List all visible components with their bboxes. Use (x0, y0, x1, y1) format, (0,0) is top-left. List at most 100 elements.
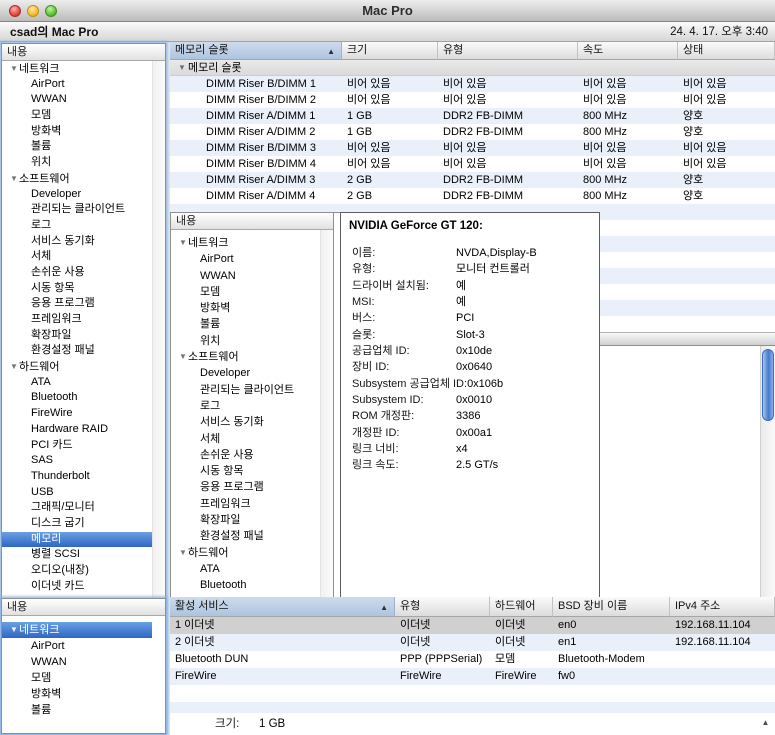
column-header[interactable]: 활성 서비스▲ (170, 597, 395, 617)
sidebar-item[interactable]: 방화벽 (2, 686, 152, 702)
network-sidebar-header[interactable]: 내용 (2, 599, 165, 616)
sidebar-item[interactable]: 오디오(내장) (2, 563, 152, 579)
sidebar-item[interactable]: Developer (171, 365, 320, 381)
sidebar-item[interactable]: 그래픽/모니터 (2, 500, 152, 516)
column-header[interactable]: 속도 (578, 42, 678, 60)
sidebar-item[interactable]: ATA (171, 561, 320, 577)
sidebar-item[interactable]: 손쉬운 사용 (2, 265, 152, 281)
sidebar-item[interactable]: 관리되는 클라이언트 (171, 382, 320, 398)
sidebar-item[interactable]: 로그 (171, 398, 320, 414)
sidebar-item[interactable]: 모뎀 (171, 284, 320, 300)
titlebar[interactable]: Mac Pro (0, 0, 775, 22)
sidebar-item[interactable]: 메모리 (2, 532, 152, 548)
sidebar-item[interactable]: 서비스 동기화 (2, 234, 152, 250)
table-row[interactable]: DIMM Riser B/DIMM 3비어 있음비어 있음비어 있음비어 있음 (170, 140, 775, 156)
sidebar-item[interactable]: ▼네트워크 (2, 622, 152, 638)
table-row[interactable]: FireWireFireWireFireWirefw0 (170, 668, 775, 685)
sidebar-item[interactable]: 로그 (2, 218, 152, 234)
sidebar-item[interactable]: 시동 항목 (171, 463, 320, 479)
disclosure-triangle-icon[interactable]: ▼ (177, 235, 188, 251)
sidebar-item[interactable]: 볼륨 (2, 702, 152, 718)
sidebar-item[interactable]: WWAN (171, 268, 320, 284)
disclosure-triangle-icon[interactable]: ▼ (8, 622, 19, 638)
sidebar-item[interactable]: Bluetooth (2, 390, 152, 406)
scrollbar-track[interactable] (760, 346, 775, 600)
table-row[interactable]: Bluetooth DUNPPP (PPPSerial)모뎀Bluetooth-… (170, 651, 775, 668)
sidebar-item[interactable]: 모뎀 (2, 108, 152, 124)
sidebar-item[interactable]: ▼네트워크 (171, 235, 320, 251)
sidebar-item[interactable]: 볼륨 (171, 316, 320, 332)
sidebar-item[interactable]: ▼하드웨어 (171, 545, 320, 561)
table-row[interactable]: 1 이더넷이더넷이더넷en0192.168.11.104 (170, 617, 775, 634)
sidebar-item[interactable]: 프레임워크 (2, 312, 152, 328)
sidebar-item[interactable]: WWAN (2, 654, 152, 670)
sidebar-item[interactable]: ▼소프트웨어 (2, 171, 152, 187)
sidebar-item[interactable]: 확장파일 (2, 328, 152, 344)
sidebar-item[interactable]: 확장파일 (171, 512, 320, 528)
column-header[interactable]: 유형 (438, 42, 578, 60)
sidebar-item[interactable]: AirPort (2, 638, 152, 654)
column-header[interactable]: 하드웨어 (490, 597, 553, 617)
sidebar-item[interactable]: 손쉬운 사용 (171, 447, 320, 463)
column-header[interactable]: IPv4 주소 (670, 597, 775, 617)
sidebar-item[interactable]: SAS (2, 453, 152, 469)
sidebar-item[interactable]: ATA (2, 375, 152, 391)
sidebar-item[interactable]: 방화벽 (171, 300, 320, 316)
sidebar-item[interactable]: ▼하드웨어 (2, 359, 152, 375)
sidebar-item[interactable]: USB (2, 485, 152, 501)
sidebar-item[interactable]: 시동 항목 (2, 281, 152, 297)
disclosure-triangle-icon[interactable]: ▼ (176, 60, 188, 75)
sidebar-item[interactable]: 볼륨 (2, 139, 152, 155)
column-header[interactable]: BSD 장비 이름 (553, 597, 670, 617)
column-header[interactable]: 메모리 슬롯▲ (170, 42, 342, 60)
disclosure-triangle-icon[interactable]: ▼ (8, 61, 19, 77)
overlay-scrollbar-track[interactable] (320, 230, 333, 599)
sidebar-item[interactable]: 디스크 굽기 (2, 516, 152, 532)
sidebar-item[interactable]: 응용 프로그램 (171, 479, 320, 495)
sidebar-item[interactable]: 관리되는 클라이언트 (2, 202, 152, 218)
sidebar-item[interactable]: ▼소프트웨어 (171, 349, 320, 365)
sidebar-item[interactable]: WWAN (2, 92, 152, 108)
sidebar-item[interactable]: 방화벽 (2, 124, 152, 140)
sidebar-item[interactable]: FireWire (2, 406, 152, 422)
table-row[interactable]: DIMM Riser A/DIMM 11 GBDDR2 FB-DIMM800 M… (170, 108, 775, 124)
sidebar-item[interactable]: ▼네트워크 (2, 61, 152, 77)
sidebar-item[interactable]: 서체 (2, 249, 152, 265)
table-row[interactable]: DIMM Riser A/DIMM 32 GBDDR2 FB-DIMM800 M… (170, 172, 775, 188)
disclosure-triangle-icon[interactable]: ▼ (8, 359, 19, 375)
disclosure-triangle-icon[interactable]: ▼ (177, 349, 188, 365)
column-header[interactable]: 상태 (678, 42, 775, 60)
sidebar-item[interactable]: Bluetooth (171, 577, 320, 593)
sidebar-item[interactable]: 모뎀 (2, 670, 152, 686)
sidebar-item[interactable]: AirPort (171, 251, 320, 267)
scrollbar-thumb[interactable] (762, 349, 774, 421)
sidebar-item[interactable]: 서비스 동기화 (171, 414, 320, 430)
sidebar-item[interactable]: Developer (2, 187, 152, 203)
memory-group-row[interactable]: ▼메모리 슬롯 (170, 60, 775, 76)
table-row[interactable]: DIMM Riser A/DIMM 42 GBDDR2 FB-DIMM800 M… (170, 188, 775, 204)
sidebar-item[interactable]: Hardware RAID (2, 422, 152, 438)
sidebar-item[interactable]: 병렬 SCSI (2, 547, 152, 563)
table-row[interactable]: 2 이더넷이더넷이더넷en1192.168.11.104 (170, 634, 775, 651)
contents-sidebar-header[interactable]: 내용 (2, 44, 165, 61)
column-header[interactable]: 유형 (395, 597, 490, 617)
sidebar-item[interactable]: 환경설정 패널 (2, 343, 152, 359)
sidebar-item[interactable]: AirPort (2, 77, 152, 93)
disclosure-triangle-icon[interactable]: ▼ (8, 171, 19, 187)
table-row[interactable]: DIMM Riser A/DIMM 21 GBDDR2 FB-DIMM800 M… (170, 124, 775, 140)
column-header[interactable]: 크기 (342, 42, 438, 60)
disclosure-triangle-icon[interactable]: ▼ (177, 545, 188, 561)
sidebar-item[interactable]: 응용 프로그램 (2, 296, 152, 312)
sidebar-item[interactable]: Thunderbolt (2, 469, 152, 485)
scroll-up-arrow-icon[interactable]: ▲ (759, 716, 772, 729)
sidebar-item[interactable]: 위치 (171, 333, 320, 349)
sidebar-item[interactable]: 서체 (171, 431, 320, 447)
table-row[interactable]: DIMM Riser B/DIMM 4비어 있음비어 있음비어 있음비어 있음 (170, 156, 775, 172)
sidebar-item[interactable]: PCI 카드 (2, 438, 152, 454)
sidebar-item[interactable]: 이더넷 카드 (2, 579, 152, 595)
sidebar-item[interactable]: 프레임워크 (171, 496, 320, 512)
table-row[interactable]: DIMM Riser B/DIMM 2비어 있음비어 있음비어 있음비어 있음 (170, 92, 775, 108)
table-row[interactable]: DIMM Riser B/DIMM 1비어 있음비어 있음비어 있음비어 있음 (170, 76, 775, 92)
sidebar-item[interactable]: 위치 (2, 155, 152, 171)
overlay-sidebar-header[interactable]: 내용 (171, 213, 333, 230)
